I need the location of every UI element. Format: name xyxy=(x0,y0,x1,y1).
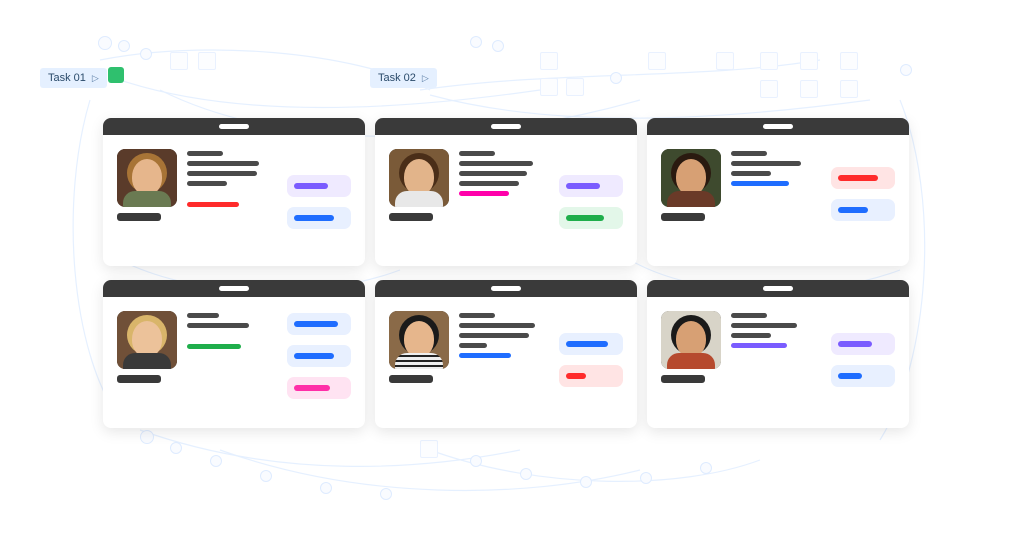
profile-card-grid xyxy=(103,118,909,428)
profile-card-ross[interactable] xyxy=(647,280,909,428)
avatar xyxy=(389,149,449,207)
name-chip xyxy=(661,375,705,383)
card-titlebar[interactable] xyxy=(647,118,909,135)
meta-lines xyxy=(459,149,549,256)
profile-card-joey[interactable] xyxy=(647,118,909,266)
avatar xyxy=(661,311,721,369)
task-status-chip xyxy=(108,67,124,83)
action-button-2[interactable] xyxy=(831,199,895,221)
task-badge-2[interactable]: Task 02 ▷ xyxy=(370,68,437,88)
profile-card-monica[interactable] xyxy=(375,280,637,428)
action-button-1[interactable] xyxy=(559,333,623,355)
action-button-1[interactable] xyxy=(287,313,351,335)
meta-lines xyxy=(731,311,821,418)
avatar xyxy=(661,149,721,207)
card-titlebar[interactable] xyxy=(375,280,637,297)
meta-lines xyxy=(187,149,277,256)
action-button-1[interactable] xyxy=(287,175,351,197)
profile-card-chandler[interactable] xyxy=(375,118,637,266)
action-button-1[interactable] xyxy=(831,333,895,355)
action-button-2[interactable] xyxy=(559,365,623,387)
play-icon: ▷ xyxy=(92,73,99,84)
name-chip xyxy=(661,213,705,221)
profile-card-rachel[interactable] xyxy=(103,118,365,266)
action-button-1[interactable] xyxy=(831,167,895,189)
card-titlebar[interactable] xyxy=(103,118,365,135)
action-button-3[interactable] xyxy=(287,377,351,399)
card-titlebar[interactable] xyxy=(103,280,365,297)
play-icon: ▷ xyxy=(422,73,429,84)
name-chip xyxy=(117,213,161,221)
avatar xyxy=(117,149,177,207)
meta-lines xyxy=(731,149,821,256)
task-label: Task 02 xyxy=(378,72,416,84)
action-button-2[interactable] xyxy=(287,345,351,367)
name-chip xyxy=(117,375,161,383)
meta-lines xyxy=(459,311,549,418)
action-button-1[interactable] xyxy=(559,175,623,197)
avatar xyxy=(117,311,177,369)
name-chip xyxy=(389,375,433,383)
card-titlebar[interactable] xyxy=(375,118,637,135)
action-button-2[interactable] xyxy=(559,207,623,229)
name-chip xyxy=(389,213,433,221)
avatar xyxy=(389,311,449,369)
task-label: Task 01 xyxy=(48,72,86,84)
action-button-2[interactable] xyxy=(287,207,351,229)
meta-lines xyxy=(187,311,277,418)
action-button-2[interactable] xyxy=(831,365,895,387)
task-badge-1[interactable]: Task 01 ▷ xyxy=(40,68,107,88)
profile-card-phoebe[interactable] xyxy=(103,280,365,428)
card-titlebar[interactable] xyxy=(647,280,909,297)
